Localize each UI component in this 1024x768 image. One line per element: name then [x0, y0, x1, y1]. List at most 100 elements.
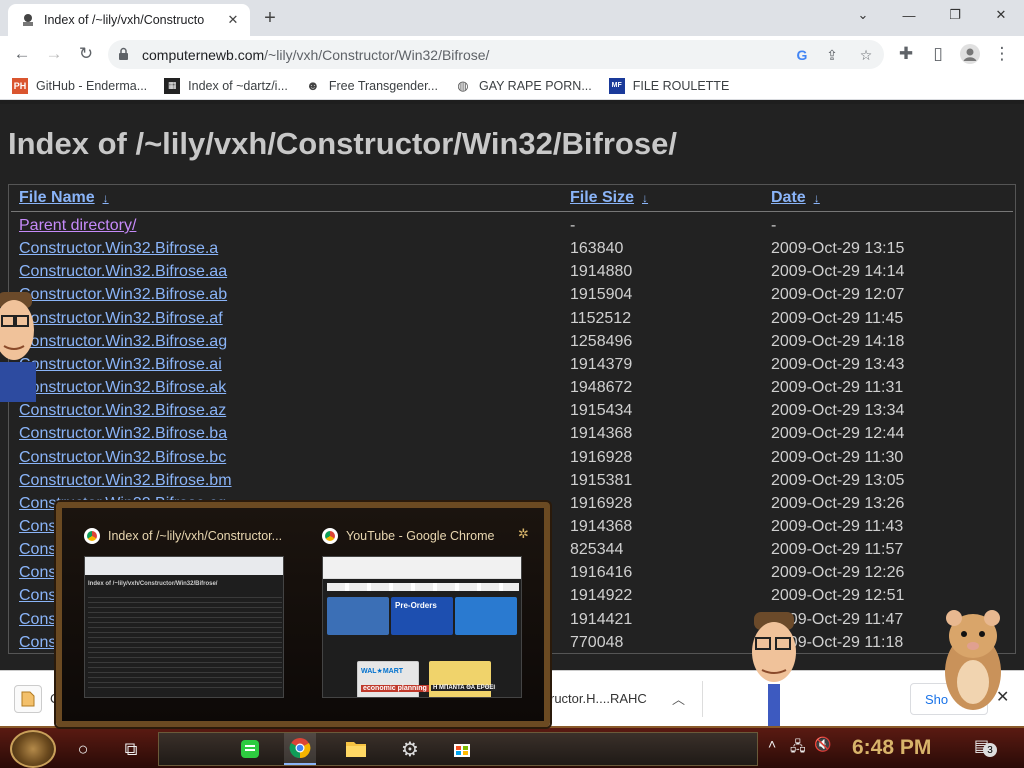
bookmark-gay[interactable]: ◍ GAY RAPE PORN... [455, 77, 591, 94]
file-size: 1914379 [570, 355, 633, 373]
forward-icon[interactable]: → [40, 40, 68, 68]
file-link[interactable]: Cons [19, 564, 56, 582]
extensions-icon[interactable]: ✚ [892, 40, 920, 68]
bookmark-label: GitHub - Enderma... [36, 78, 148, 93]
gear-icon[interactable]: ✲ [518, 526, 529, 542]
mini-video-label: Η ΜΠΑΝΤΑ ΘΑ ΕΡΘΕΙ [431, 685, 498, 691]
browser-toolbar: ← → ↻ computernewb.com/~lily/vxh/Constru… [0, 36, 1024, 72]
bookmark-github[interactable]: PH GitHub - Enderma... [12, 77, 148, 94]
mini-browser-bar [85, 557, 283, 575]
file-link[interactable]: Constructor.Win32.Bifrose.az [19, 402, 226, 420]
file-size: 1914368 [570, 425, 633, 443]
file-size: 1916416 [570, 564, 633, 582]
tab-search-icon[interactable]: ⌄ [840, 0, 886, 30]
window-close-icon[interactable]: ✕ [978, 0, 1024, 30]
grid-icon: ▦ [164, 77, 181, 94]
file-link[interactable]: Constructor.Win32.Bifrose.bm [19, 472, 232, 490]
bookmark-dartz[interactable]: ▦ Index of ~dartz/i... [164, 77, 288, 94]
side-panel-icon[interactable]: ▯ [924, 40, 952, 68]
sort-arrow-icon: ↓ [642, 191, 649, 205]
back-icon[interactable]: ← [8, 40, 36, 68]
file-link[interactable]: Constructor.Win32.Bifrose.bc [19, 449, 226, 467]
chevron-up-icon[interactable]: ︿ [672, 689, 685, 708]
table-row: Constructor.Win32.Bifrose.aa 1914880 2009-… [9, 261, 1015, 284]
parent-directory-link[interactable]: Parent directory/ [19, 217, 136, 235]
lock-icon[interactable] [118, 47, 129, 66]
file-date: 2009-Oct-29 11:31 [771, 379, 904, 397]
bookmark-file-roulette[interactable]: MF FILE ROULETTE [608, 77, 729, 94]
reload-icon[interactable]: ↻ [72, 40, 100, 68]
settings-gear-icon[interactable]: ⚙ [394, 733, 426, 765]
file-date: 2009-Oct-29 11:57 [771, 541, 904, 559]
network-icon[interactable]: 🖧 [790, 736, 806, 760]
file-link[interactable]: Constructor.Win32.Bifrose.ak [19, 379, 226, 397]
task-view-icon[interactable]: ⧉ [116, 734, 146, 764]
file-link[interactable]: Cons [19, 541, 56, 559]
file-link[interactable]: Constructor.Win32.Bifrose.af [19, 310, 223, 328]
volume-muted-icon[interactable]: 🔇 [814, 736, 831, 753]
start-button[interactable] [10, 730, 56, 768]
mini-listing [88, 593, 282, 689]
file-link[interactable]: Constructor.Win32.Bifrose.aa [19, 263, 227, 281]
restore-icon[interactable]: ❐ [932, 0, 978, 30]
download-item-name[interactable]: ructor.H....RAHC [550, 691, 647, 706]
thumbnail-window-youtube[interactable]: YouTube - Google Chrome ✲ Pre-Orders WAL… [322, 526, 538, 704]
column-label: File Name [19, 189, 95, 206]
tray-overflow-icon[interactable]: ˄ [768, 736, 776, 752]
file-link[interactable]: Cons [19, 611, 56, 629]
column-header-name[interactable]: File Name ↓ [19, 189, 109, 207]
file-explorer-icon[interactable] [340, 733, 372, 765]
file-date: 2009-Oct-29 13:34 [771, 402, 905, 420]
url-host: computernewb.com [142, 47, 265, 63]
file-date: 2009-Oct-29 13:05 [771, 471, 905, 489]
column-header-size[interactable]: File Size ↓ [570, 189, 648, 207]
new-tab-icon[interactable]: + [258, 6, 282, 30]
file-date: 2009-Oct-29 13:15 [771, 240, 905, 258]
file-link[interactable]: Constructor.Win32.Bifrose.ag [19, 333, 227, 351]
thumbnail-window-index[interactable]: Index of /~lily/vxh/Constructor... Index… [84, 528, 300, 704]
address-bar[interactable]: computernewb.com/~lily/vxh/Constructor/W… [108, 40, 884, 69]
notes-app-icon[interactable] [234, 733, 266, 765]
google-lens-icon[interactable]: G [792, 45, 812, 65]
table-row: Constructor.Win32.Bifrose.af 1152512 2009-… [9, 308, 1015, 331]
file-link[interactable]: Cons [19, 634, 56, 652]
notification-count-badge: 3 [983, 743, 997, 757]
table-row: Constructor.Win32.Bifrose.ak 1948672 2009-… [9, 377, 1015, 400]
search-circle-icon[interactable]: ○ [68, 734, 98, 764]
profile-avatar-icon[interactable] [956, 40, 984, 68]
table-row: Constructor.Win32.Bifrose.ba 1914368 2009-… [9, 423, 1015, 446]
bookmark-free-transgender[interactable]: ☻ Free Transgender... [305, 78, 438, 94]
column-header-date[interactable]: Date ↓ [771, 189, 820, 207]
chrome-app-icon[interactable] [284, 733, 316, 765]
bookmark-star-icon[interactable]: ☆ [856, 45, 876, 65]
menu-kebab-icon[interactable]: ⋮ [988, 40, 1016, 68]
file-link[interactable]: Cons [19, 587, 56, 605]
globe-icon: ◍ [457, 77, 469, 93]
page-favicon-icon [20, 12, 36, 28]
file-date: 2009-Oct-29 14:18 [771, 332, 905, 350]
url-text: computernewb.com/~lily/vxh/Constructor/W… [142, 47, 489, 63]
table-row: Constructor.Win32.Bifrose.az 1915434 2009-… [9, 400, 1015, 423]
share-icon[interactable]: ⇪ [822, 45, 842, 65]
download-file-icon[interactable] [14, 685, 42, 713]
tab-title: Index of /~lily/vxh/Constructo [44, 13, 205, 27]
file-size: 1914421 [570, 610, 633, 628]
mini-video-label: WAL★MART [361, 668, 404, 675]
bookmarks-bar: PH GitHub - Enderma... ▦ Index of ~dartz… [0, 72, 1024, 100]
browser-tab[interactable]: Index of /~lily/vxh/Constructo ✕ [8, 4, 250, 36]
bookmark-label: Free Transgender... [328, 78, 438, 93]
taskbar-clock[interactable]: 6:48 PM [852, 736, 931, 760]
file-link[interactable]: Constructor.Win32.Bifrose.ba [19, 425, 227, 443]
file-link[interactable]: Cons [19, 518, 56, 536]
tab-close-icon[interactable]: ✕ [224, 11, 242, 29]
file-link[interactable]: Constructor.Win32.Bifrose.ai [19, 356, 222, 374]
mini-video-thumb [327, 597, 389, 635]
table-row: Constructor.Win32.Bifrose.bc 1916928 2009-… [9, 447, 1015, 470]
file-size: 1915434 [570, 402, 633, 420]
store-app-icon[interactable] [446, 733, 478, 765]
page-title: Index of /~lily/vxh/Constructor/Win32/Bi… [8, 126, 677, 161]
minimize-icon[interactable]: — [886, 0, 932, 30]
table-row: Constructor.Win32.Bifrose.bm 1915381 2009-… [9, 470, 1015, 493]
file-link[interactable]: Constructor.Win32.Bifrose.a [19, 240, 218, 258]
file-link[interactable]: Constructor.Win32.Bifrose.ab [19, 286, 227, 304]
